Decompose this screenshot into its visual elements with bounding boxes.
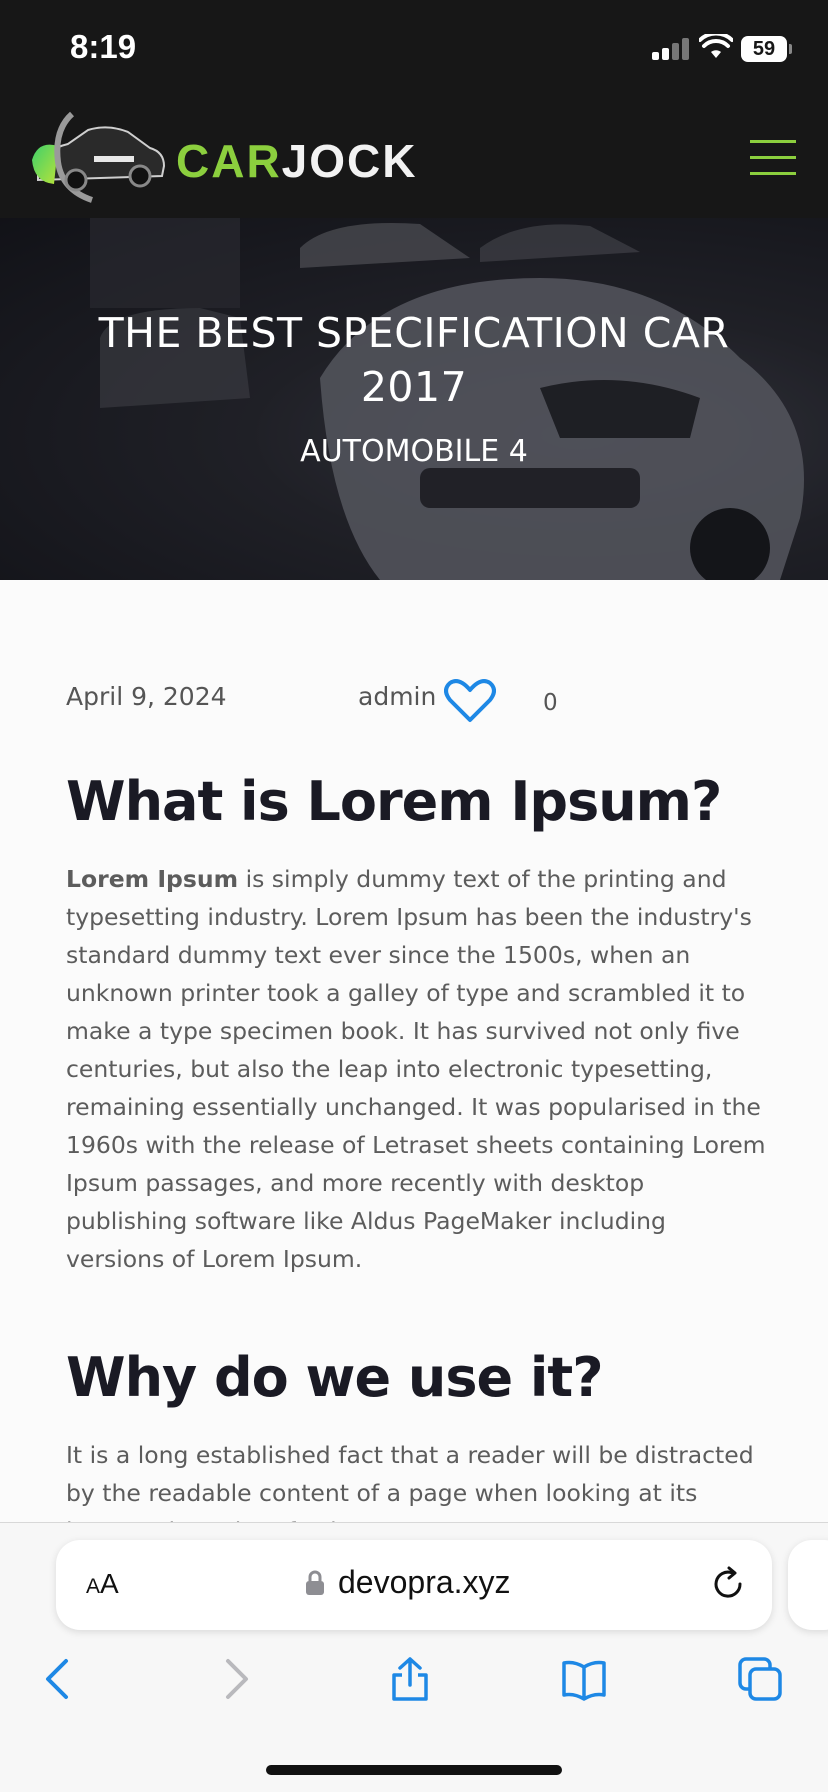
aa-small: A [86, 1575, 101, 1598]
para1-text: is simply dummy text of the printing and… [66, 865, 766, 1273]
status-time: 8:19 [70, 28, 137, 65]
reload-icon[interactable] [710, 1566, 746, 1602]
lock-icon [306, 1570, 324, 1595]
hero-title: THE BEST SPECIFICATION CAR 2017 [98, 309, 730, 411]
hamburger-menu-icon[interactable] [750, 140, 796, 176]
battery-nub [789, 44, 792, 54]
post-heading-what: What is Lorem Ipsum? [66, 770, 722, 833]
home-indicator [266, 1765, 562, 1775]
para1-bold: Lorem Ipsum [66, 865, 239, 893]
hero-subtitle: AUTOMOBILE 4 [300, 434, 528, 469]
cellular-signal-icon [652, 38, 690, 60]
car-logo-icon[interactable] [28, 110, 168, 206]
wifi-icon [699, 34, 733, 58]
post-author[interactable]: admin [358, 682, 436, 711]
forward-chevron-icon[interactable] [212, 1655, 260, 1703]
aa-large: A [100, 1568, 119, 1599]
post-date: April 9, 2024 [66, 682, 227, 711]
post-heading-why: Why do we use it? [66, 1346, 604, 1409]
next-tab-preview[interactable] [788, 1540, 828, 1630]
heart-icon[interactable] [444, 678, 496, 724]
post-content: April 9, 2024 admin 0 What is Lorem Ipsu… [0, 580, 828, 1522]
battery-indicator: 59 [741, 36, 787, 62]
logo-text-jock: JOCK [281, 135, 418, 187]
browser-toolbar: AA devopra.xyz [0, 1522, 828, 1792]
status-bar: 8:19 59 [0, 0, 828, 98]
bookmarks-icon[interactable] [560, 1655, 608, 1703]
reader-options-button[interactable]: AA [86, 1568, 119, 1600]
tabs-icon[interactable] [736, 1655, 784, 1703]
logo-text-car: CAR [176, 135, 282, 187]
hero-banner: THE BEST SPECIFICATION CAR 2017 AUTOMOBI… [0, 218, 828, 580]
back-chevron-icon[interactable] [34, 1655, 82, 1703]
site-header: CARJOCK [0, 98, 828, 218]
post-paragraph-2: It is a long established fact that a rea… [66, 1441, 754, 1522]
address-bar[interactable]: AA devopra.xyz [56, 1540, 772, 1630]
post-paragraph-1: Lorem Ipsum is simply dummy text of the … [66, 860, 766, 1278]
site-logo-text[interactable]: CARJOCK [176, 134, 417, 188]
like-count: 0 [543, 690, 558, 716]
share-icon[interactable] [386, 1655, 434, 1703]
url-text[interactable]: devopra.xyz [338, 1564, 511, 1601]
